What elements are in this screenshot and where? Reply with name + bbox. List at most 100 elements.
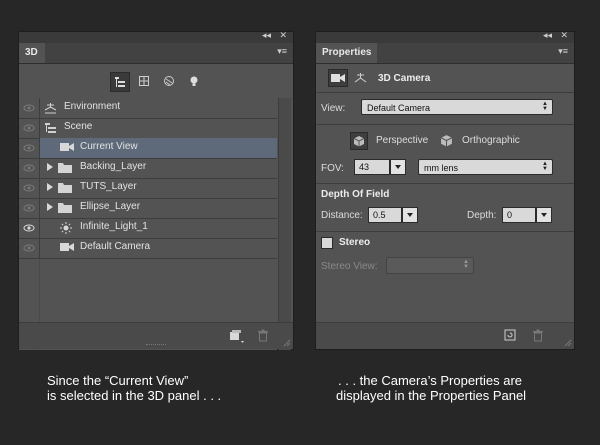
layer-label: Default Camera: [80, 241, 151, 252]
layer-label: Ellipse_Layer: [80, 201, 141, 212]
camera-coordinates-icon[interactable]: [354, 72, 367, 84]
vertical-scrollbar[interactable]: [278, 98, 291, 350]
view-value: Default Camera: [367, 103, 431, 113]
view-dropdown[interactable]: Default Camera ▲ ▼: [361, 99, 553, 115]
corner-grip-icon[interactable]: [564, 339, 572, 347]
visibility-toggle[interactable]: [19, 218, 40, 238]
panel-title: 3D Camera: [378, 73, 431, 84]
lens-unit-value: mm lens: [424, 163, 459, 173]
scene-filter-icon[interactable]: [110, 72, 130, 92]
mesh-filter-icon[interactable]: [135, 72, 153, 90]
depth-value: 0: [507, 210, 513, 220]
corner-grip-icon[interactable]: [283, 339, 291, 347]
folder-icon: [58, 163, 72, 173]
depth-label: Depth:: [467, 210, 497, 221]
layer-row-ellipse-layer[interactable]: Ellipse_Layer: [19, 198, 277, 219]
depth-of-field-heading: Depth Of Field: [321, 189, 390, 200]
layer-row-current-view[interactable]: Current View: [19, 138, 277, 159]
left-caption-line-2: is selected in the 3D panel . . .: [47, 388, 222, 403]
fov-input[interactable]: 43: [354, 159, 390, 175]
filter-toolbar: [19, 64, 293, 98]
depth-dropdown-button[interactable]: [536, 207, 552, 223]
tab-3d[interactable]: 3D: [19, 43, 45, 63]
layer-label-cell: Ellipse_Layer: [40, 198, 277, 218]
lights-filter-icon[interactable]: [185, 72, 203, 90]
collapse-icon[interactable]: ◂◂: [262, 30, 271, 41]
view-label: View:: [321, 103, 346, 114]
layer-label: Backing_Layer: [80, 161, 147, 172]
layer-label: TUTS_Layer: [80, 181, 137, 192]
tab-properties[interactable]: Properties: [316, 43, 378, 63]
close-icon[interactable]: ✕: [279, 30, 287, 41]
resize-grip[interactable]: [146, 344, 166, 347]
materials-filter-icon[interactable]: [160, 72, 178, 90]
distance-label: Distance:: [321, 210, 363, 221]
eye-icon: [23, 144, 35, 152]
lens-unit-dropdown[interactable]: mm lens ▲ ▼: [418, 159, 553, 175]
visibility-toggle[interactable]: [19, 138, 40, 158]
chevron-down-icon: [541, 213, 547, 217]
panel-menu-icon[interactable]: ▾≡: [277, 46, 287, 57]
fov-label: FOV:: [321, 163, 344, 174]
visibility-toggle[interactable]: [19, 238, 40, 258]
right-caption-line-2: displayed in the Properties Panel: [336, 388, 527, 403]
tab-strip: 3D ▾≡: [19, 43, 293, 64]
visibility-toggle[interactable]: [19, 198, 40, 218]
visibility-toggle[interactable]: [19, 178, 40, 198]
layer-row-backing-layer[interactable]: Backing_Layer: [19, 158, 277, 179]
depth-input[interactable]: 0: [502, 207, 536, 223]
layer-label-cell: TUTS_Layer: [40, 178, 277, 198]
distance-input[interactable]: 0.5: [368, 207, 402, 223]
perspective-cube-icon: [353, 136, 365, 147]
divider: [316, 231, 574, 232]
reset-view-icon[interactable]: [504, 329, 516, 341]
eye-icon: [23, 124, 35, 132]
orthographic-label: Orthographic: [462, 135, 520, 146]
panel-bottombar: [316, 322, 574, 349]
fov-dropdown-button[interactable]: [390, 159, 406, 175]
perspective-button[interactable]: [350, 132, 368, 150]
trash-icon[interactable]: [532, 329, 544, 342]
divider: [316, 183, 574, 184]
trash-icon[interactable]: [257, 329, 269, 342]
eye-icon: [23, 204, 35, 212]
chevron-down-icon: [395, 165, 401, 169]
layer-tree: Environment Scene Current View Backing_L…: [19, 98, 277, 350]
layer-row-infinite-light[interactable]: Infinite_Light_1: [19, 218, 277, 239]
perspective-label: Perspective: [376, 135, 429, 146]
folder-icon: [58, 203, 72, 213]
expand-arrow-icon[interactable]: [47, 203, 53, 211]
eye-icon: [23, 224, 35, 232]
close-icon[interactable]: ✕: [560, 30, 568, 41]
layer-row-scene[interactable]: Scene: [19, 118, 277, 139]
light-icon: [60, 222, 72, 234]
visibility-toggle[interactable]: [19, 98, 40, 118]
visibility-toggle[interactable]: [19, 118, 40, 138]
visibility-toggle[interactable]: [19, 158, 40, 178]
properties-panel: ◂◂ ✕ Properties ▾≡ 3D Camera View: Defau…: [315, 30, 575, 350]
scene-icon: [45, 123, 56, 133]
expand-arrow-icon[interactable]: [47, 183, 53, 191]
collapse-icon[interactable]: ◂◂: [543, 30, 552, 41]
layer-row-default-camera[interactable]: Default Camera: [19, 238, 277, 259]
updown-arrows-icon: ▲ ▼: [542, 101, 548, 112]
new-object-icon[interactable]: [229, 329, 245, 343]
stereo-view-dropdown[interactable]: ▲ ▼: [386, 257, 474, 274]
fov-value: 43: [359, 162, 370, 172]
layer-label: Scene: [64, 121, 93, 132]
expand-arrow-icon[interactable]: [47, 163, 53, 171]
stereo-checkbox[interactable]: [321, 237, 333, 249]
layer-row-tuts-layer[interactable]: TUTS_Layer: [19, 178, 277, 199]
panel-menu-icon[interactable]: ▾≡: [558, 46, 568, 57]
layer-label-cell: Current View: [40, 138, 277, 158]
layer-row-environment[interactable]: Environment: [19, 98, 277, 119]
camera-icon: [60, 243, 74, 251]
stereo-label: Stereo: [339, 237, 371, 248]
eye-icon: [23, 104, 35, 112]
stereo-view-label: Stereo View:: [321, 261, 378, 272]
camera-tab-button[interactable]: [328, 69, 348, 87]
environment-icon: [44, 103, 57, 114]
distance-dropdown-button[interactable]: [402, 207, 418, 223]
updown-arrows-icon: ▲ ▼: [542, 161, 548, 172]
orthographic-cube-icon[interactable]: [440, 134, 453, 147]
